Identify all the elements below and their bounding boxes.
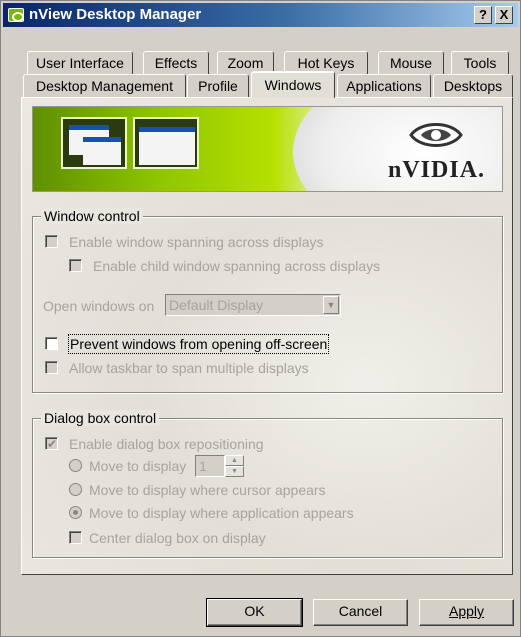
tab-desktop-management[interactable]: Desktop Management xyxy=(23,74,186,98)
display-number-input[interactable]: 1 xyxy=(195,455,225,477)
prevent-offscreen-label: Prevent windows from opening off-screen xyxy=(67,334,330,354)
ok-button[interactable]: OK xyxy=(206,598,303,627)
cancel-button[interactable]: Cancel xyxy=(313,599,408,626)
dialog-box-control-legend: Dialog box control xyxy=(41,410,160,426)
tab-strip: User Interface Effects Zoom Hot Keys Mou… xyxy=(1,1,521,101)
display-number-stepper[interactable]: ▲ ▼ xyxy=(225,455,244,477)
desktop-thumbnail-icon xyxy=(61,117,127,169)
desktop-thumbnail-icon xyxy=(133,117,199,169)
dialog-box-control-group: Dialog box control ✔ Enable dialog box r… xyxy=(32,410,503,558)
apply-button-label: Apply xyxy=(448,603,485,619)
apply-button[interactable]: Apply xyxy=(419,599,514,626)
tab-windows[interactable]: Windows xyxy=(251,71,335,98)
enable-child-spanning-label: Enable child window spanning across disp… xyxy=(93,258,381,274)
enable-repositioning-label: Enable dialog box repositioning xyxy=(69,436,264,452)
stepper-up-icon[interactable]: ▲ xyxy=(225,455,244,466)
dialog-window: nView Desktop Manager ? X User Interface… xyxy=(0,0,521,637)
checkmark-icon: ✔ xyxy=(47,437,58,451)
move-to-display-label: Move to display xyxy=(89,458,187,474)
nvidia-eye-logo-icon xyxy=(409,123,463,147)
open-windows-on-select[interactable]: Default Display ▼ xyxy=(165,294,341,316)
nvidia-banner: nVIDIA. xyxy=(32,106,503,192)
tab-user-interface[interactable]: User Interface xyxy=(27,51,133,75)
windows-tab-panel: nVIDIA. Window control Enable window spa… xyxy=(21,97,513,575)
window-control-group: Window control Enable window spanning ac… xyxy=(32,208,503,393)
window-control-legend: Window control xyxy=(41,208,143,224)
move-to-cursor-label: Move to display where cursor appears xyxy=(89,482,326,498)
tab-effects[interactable]: Effects xyxy=(143,51,209,75)
radio-selected-dot-icon xyxy=(73,510,78,515)
tab-tools[interactable]: Tools xyxy=(451,51,509,75)
open-windows-on-value: Default Display xyxy=(169,297,264,313)
open-windows-on-label: Open windows on xyxy=(43,298,155,314)
enable-spanning-label: Enable window spanning across displays xyxy=(69,234,324,250)
tab-desktops[interactable]: Desktops xyxy=(433,74,513,98)
chevron-down-icon[interactable]: ▼ xyxy=(323,296,339,314)
tab-applications[interactable]: Applications xyxy=(337,74,431,98)
stepper-down-icon[interactable]: ▼ xyxy=(225,466,244,477)
center-dialog-label: Center dialog box on display xyxy=(89,530,266,546)
move-to-application-label: Move to display where application appear… xyxy=(89,505,354,521)
nvidia-logo-text: nVIDIA. xyxy=(388,157,486,183)
tab-mouse[interactable]: Mouse xyxy=(378,51,444,75)
tab-profile[interactable]: Profile xyxy=(187,74,249,98)
allow-taskbar-span-label: Allow taskbar to span multiple displays xyxy=(69,360,309,376)
